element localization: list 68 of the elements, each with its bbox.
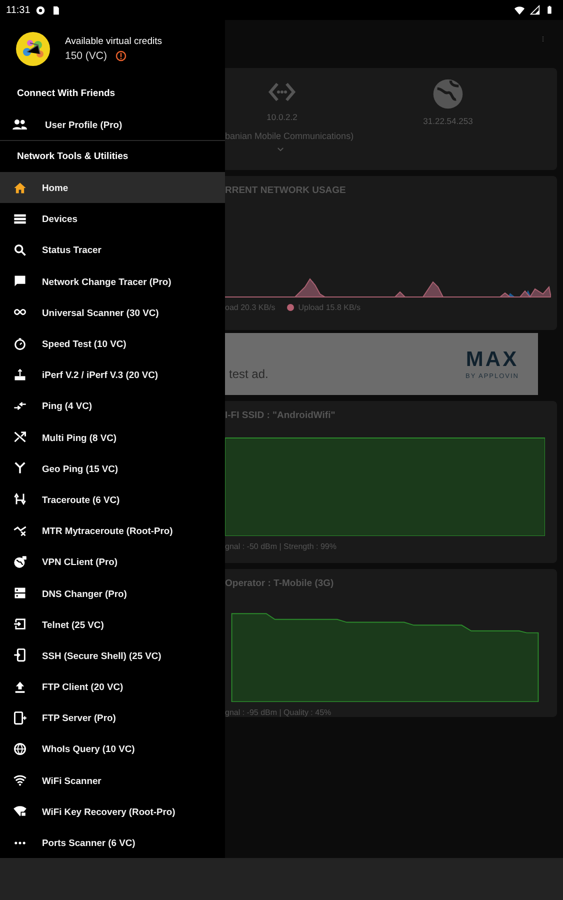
chat-icon (12, 274, 26, 288)
shuffle-icon (12, 430, 26, 444)
trend-icon (12, 524, 26, 538)
drawer-item[interactable]: FTP Client (20 VC) (0, 671, 225, 702)
server-icon (12, 586, 26, 600)
drawer-item[interactable]: Telnet (25 VC) (0, 608, 225, 640)
card-title: RRENT NETWORK USAGE (225, 184, 347, 196)
upload-icon (12, 680, 26, 694)
drawer-item[interactable]: Traceroute (6 VC) (0, 484, 225, 516)
section-header: Connect With Friends (16, 87, 116, 101)
tablet-plus-icon (12, 710, 26, 725)
legend-label: oad 20.3 KB/s (225, 303, 276, 312)
credits-value: 150 (VC) (65, 50, 108, 62)
ad-text: test ad. (229, 367, 268, 381)
fork-icon (12, 461, 26, 476)
drawer-item[interactable]: VPN CLient (Pro) (0, 546, 225, 578)
globe-icon (12, 742, 26, 756)
drawer-item[interactable]: Universal Scanner (30 VC) (0, 296, 225, 328)
drawer-item[interactable]: Ports Scanner (6 VC) (0, 826, 225, 858)
drawer-item[interactable]: Network Change Tracer (Pro) (0, 266, 225, 297)
app-logo (16, 32, 50, 66)
drawer-item[interactable]: Geo Ping (15 VC) (0, 452, 225, 484)
wifi-lock-icon (12, 804, 26, 818)
card-title: Operator : T-Mobile (3G) (225, 577, 335, 589)
phone-arrow-icon (12, 648, 26, 662)
drawer-item[interactable]: Ping (4 VC) (0, 390, 225, 422)
brand-logo-text: MAX (466, 348, 519, 370)
drawer-item[interactable]: User Profile (Pro) (0, 109, 225, 141)
drawer-item[interactable]: WiFi Key Recovery (Root-Pro) (0, 796, 225, 827)
sim-card-icon (51, 4, 62, 16)
drawer-item[interactable]: iPerf V.2 / iPerf V.3 (20 VC) (0, 359, 225, 390)
drawer-item[interactable]: WiFi Scanner (0, 764, 225, 796)
signal-reading: gnal : -50 dBm | Strength : 99% (225, 541, 338, 551)
public-ip: 31.22.54.253 (423, 116, 473, 126)
section-header: Network Tools & Utilities (16, 150, 130, 164)
credits-label: Available virtual credits (65, 36, 162, 47)
legend-label: Upload 15.8 KB/s (298, 303, 361, 312)
signal-icon (530, 5, 540, 15)
carrier-name: banian Mobile Communications) (225, 130, 355, 141)
drawer-item[interactable]: WhoIs Query (10 VC) (0, 733, 225, 765)
drawer-item[interactable]: Multi Ping (8 VC) (0, 422, 225, 453)
globe-icon (12, 554, 26, 569)
drawer-item[interactable]: Devices (0, 203, 225, 234)
clock: 11:31 (6, 4, 30, 16)
battery-icon (545, 4, 554, 16)
local-ip: 10.0.2.2 (266, 112, 298, 122)
wifi-icon (514, 4, 525, 16)
route-icon (12, 492, 26, 506)
chevron-down-icon (275, 145, 286, 154)
search-icon (12, 242, 26, 257)
input-icon (12, 617, 26, 632)
people-icon (12, 117, 27, 132)
globe-icon (432, 78, 464, 110)
house-icon (12, 180, 26, 195)
signal-reading: gnal : -95 dBm | Quality : 45% (225, 707, 332, 717)
card-title: I-FI SSID : "AndroidWifi" (225, 409, 336, 421)
drawer-item[interactable]: FTP Server (Pro) (0, 702, 225, 734)
drawer-item[interactable]: MTR Mytraceroute (Root-Pro) (0, 515, 225, 546)
stopwatch-icon (12, 336, 26, 351)
info-icon (115, 50, 128, 62)
drawer-item[interactable]: Speed Test (10 VC) (0, 328, 225, 360)
wifi-icon (12, 773, 26, 788)
drawer-item[interactable]: DNS Changer (Pro) (0, 577, 225, 609)
list-icon (12, 212, 26, 226)
drawer-item[interactable]: SSH (Secure Shell) (25 VC) (0, 640, 225, 671)
drawer-item[interactable]: Home (0, 172, 225, 204)
drawer-item[interactable]: Status Tracer (0, 234, 225, 266)
router-icon (12, 368, 26, 382)
